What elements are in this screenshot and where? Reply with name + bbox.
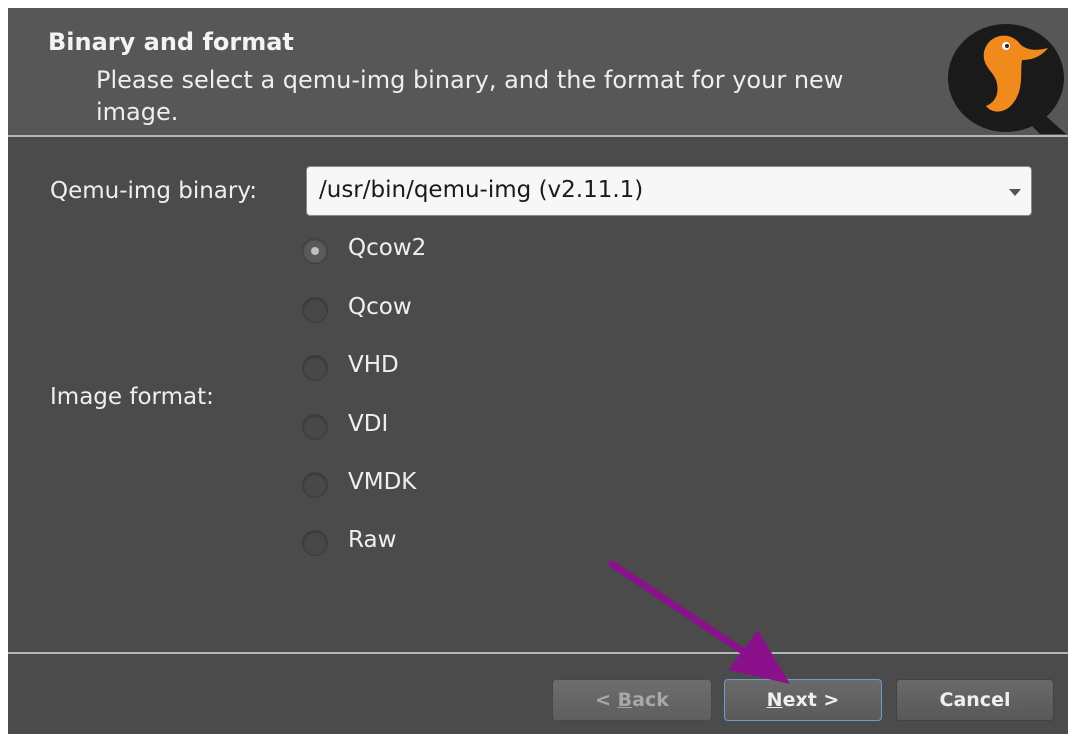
- radio-indicator[interactable]: [302, 472, 328, 498]
- radio-label: VDI: [348, 411, 389, 437]
- back-button[interactable]: < Back: [552, 679, 712, 721]
- radio-label: Qcow2: [348, 235, 427, 261]
- radio-label: VMDK: [348, 469, 417, 495]
- chevron-down-icon[interactable]: [1009, 189, 1021, 196]
- binary-label: Qemu-img binary:: [50, 178, 258, 204]
- radio-label: VHD: [348, 352, 399, 378]
- back-mnemonic: B: [617, 689, 633, 711]
- binary-select[interactable]: /usr/bin/qemu-img (v2.11.1): [306, 166, 1032, 216]
- radio-indicator[interactable]: [302, 414, 328, 440]
- qemu-new-image-dialog: Binary and format Please select a qemu-i…: [8, 8, 1068, 734]
- cancel-button[interactable]: Cancel: [896, 679, 1054, 721]
- binary-select-value: /usr/bin/qemu-img (v2.11.1): [319, 177, 644, 203]
- radio-indicator[interactable]: [302, 297, 328, 323]
- footer-divider: [8, 652, 1068, 654]
- qemu-logo-icon: [948, 24, 1066, 134]
- back-label-rest: ack: [632, 689, 669, 711]
- next-mnemonic: N: [766, 689, 783, 711]
- next-button[interactable]: Next >: [724, 679, 882, 721]
- radio-indicator[interactable]: [302, 530, 328, 556]
- page-subtitle: Please select a qemu-img binary, and the…: [96, 66, 844, 126]
- wizard-header: Binary and format Please select a qemu-i…: [8, 8, 1068, 136]
- radio-label: Qcow: [348, 294, 412, 320]
- radio-label: Raw: [348, 527, 397, 553]
- page-title: Binary and format: [48, 28, 294, 56]
- header-divider: [8, 135, 1068, 137]
- next-label-rest: ext >: [782, 689, 840, 711]
- radio-indicator[interactable]: [302, 238, 328, 264]
- format-label: Image format:: [50, 384, 214, 410]
- back-prefix: <: [595, 689, 618, 711]
- radio-indicator[interactable]: [302, 355, 328, 381]
